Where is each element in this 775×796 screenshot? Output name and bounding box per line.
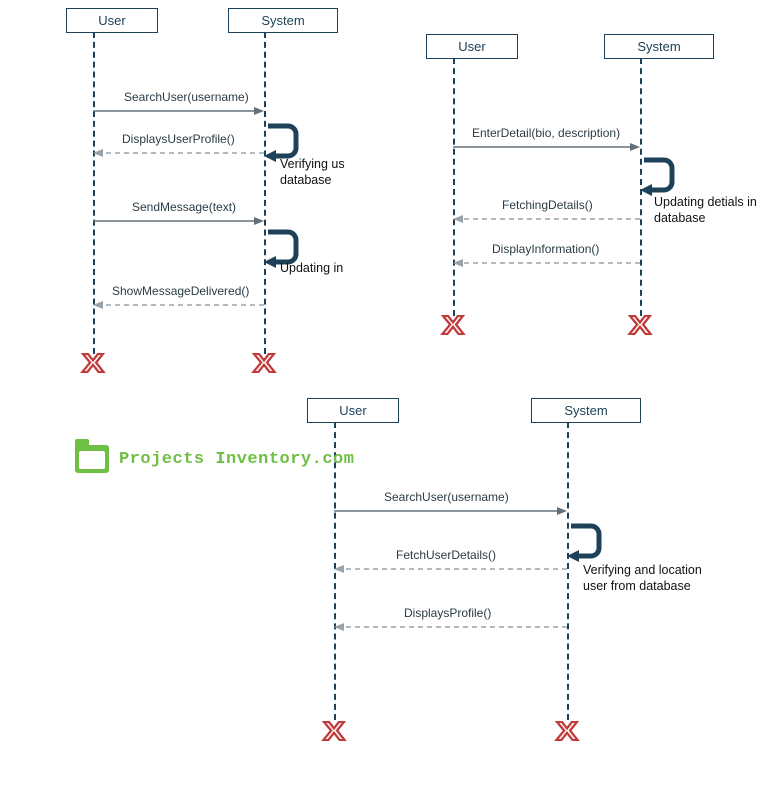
note-d2-updating: Updating detials in database [654, 194, 770, 227]
msg-d2-enter-detail: EnterDetail(bio, description) [472, 126, 620, 140]
msg-d2-display-information: DisplayInformation() [492, 242, 599, 256]
self-loop-d2 [640, 160, 676, 196]
participant-user-d3: User [307, 398, 399, 423]
participant-system-d1: System [228, 8, 338, 33]
arrow-d1-m2 [93, 148, 264, 158]
lifeline-user-d2 [453, 58, 455, 316]
arrow-d3-m2 [334, 564, 567, 574]
participant-system-d2: System [604, 34, 714, 59]
arrow-d3-m1 [334, 506, 567, 516]
msg-d3-fetch-user-details: FetchUserDetails() [396, 548, 496, 562]
lifeline-end-system-d3: X [556, 718, 578, 744]
arrow-d3-m3 [334, 622, 567, 632]
msg-d3-search-user: SearchUser(username) [384, 490, 509, 504]
msg-d3-displays-profile: DisplaysProfile() [404, 606, 491, 620]
participant-system-d3: System [531, 398, 641, 423]
msg-d1-send-message: SendMessage(text) [132, 200, 236, 214]
arrow-d2-m3 [453, 258, 640, 268]
msg-d2-fetching-details: FetchingDetails() [502, 198, 593, 212]
msg-d1-search-user: SearchUser(username) [124, 90, 249, 104]
lifeline-end-system-d1: X [253, 350, 275, 376]
arrow-d2-m2 [453, 214, 640, 224]
arrow-d1-m4 [93, 300, 264, 310]
lifeline-end-user-d3: X [323, 718, 345, 744]
note-d1-verify: Verifying us database [280, 156, 360, 189]
diagram-canvas: User System SearchUser(username) Verifyi… [0, 0, 775, 796]
lifeline-system-d3 [567, 422, 569, 720]
arrow-d2-m1 [453, 142, 640, 152]
arrow-d1-m3 [93, 216, 264, 226]
lifeline-end-user-d2: X [442, 312, 464, 338]
msg-d1-show-delivered: ShowMessageDelivered() [112, 284, 249, 298]
participant-user-d1: User [66, 8, 158, 33]
watermark-logo: Projects Inventory.com [75, 445, 354, 473]
note-d3-verify: Verifying and location user from databas… [583, 562, 703, 595]
msg-d1-display-profile: DisplaysUserProfile() [122, 132, 235, 146]
watermark-text: Projects Inventory.com [119, 450, 354, 469]
lifeline-system-d1 [264, 32, 266, 354]
arrow-d1-m1 [93, 106, 264, 116]
participant-user-d2: User [426, 34, 518, 59]
self-loop-d3 [567, 526, 603, 562]
lifeline-end-system-d2: X [629, 312, 651, 338]
folder-icon [75, 445, 109, 473]
note-d1-updating: Updating in [280, 260, 360, 276]
lifeline-end-user-d1: X [82, 350, 104, 376]
